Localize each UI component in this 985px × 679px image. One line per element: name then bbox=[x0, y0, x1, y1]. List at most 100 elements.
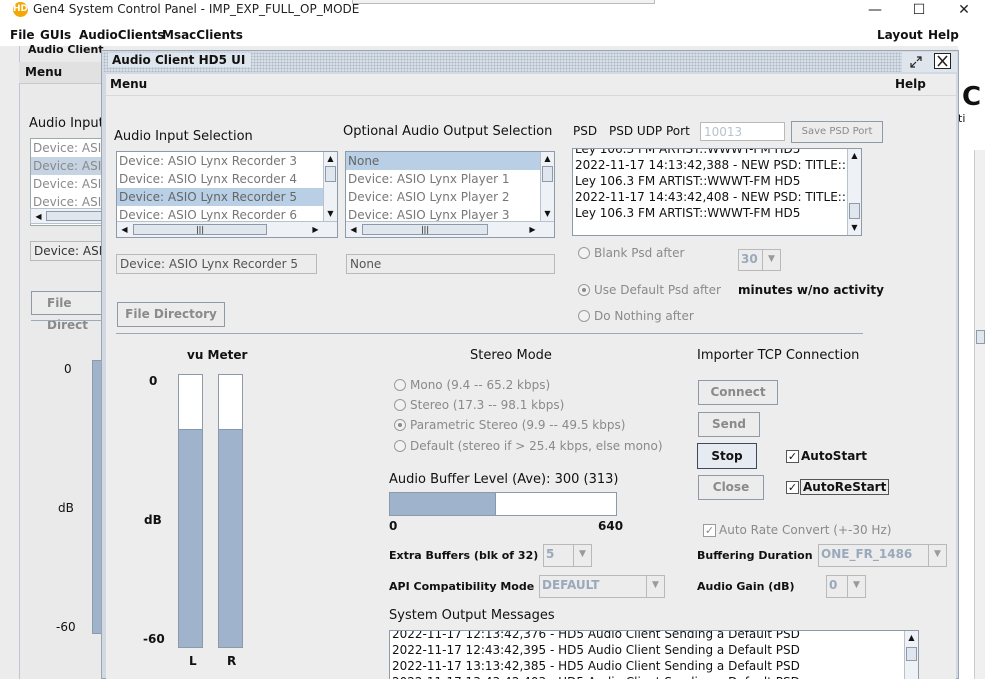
radio-blank-psd[interactable] bbox=[578, 247, 590, 259]
frame-menu[interactable]: Menu bbox=[110, 77, 147, 91]
vu-meter-bottom: -60 bbox=[143, 632, 165, 646]
menu-help[interactable]: Help bbox=[928, 28, 959, 42]
scroll-down-icon[interactable]: ▼ bbox=[848, 221, 861, 234]
maximize-icon[interactable]: ☐ bbox=[896, 0, 942, 22]
audio-gain-combo[interactable]: 0 ▼ bbox=[826, 575, 866, 598]
list-item[interactable]: None bbox=[346, 152, 540, 170]
psd-minutes-combo[interactable]: 30 ▼ bbox=[738, 249, 781, 271]
scroll-thumb[interactable] bbox=[325, 166, 336, 182]
file-directory-button[interactable]: File Directory bbox=[117, 302, 225, 327]
audio-output-vscrollbar[interactable]: ▲ ▼ bbox=[540, 152, 554, 221]
background-scrollbar[interactable] bbox=[974, 150, 985, 679]
psd-label: PSD bbox=[573, 124, 598, 138]
scroll-thumb[interactable]: ||| bbox=[362, 224, 488, 235]
background-menu-label[interactable]: Menu bbox=[25, 65, 62, 79]
chevron-down-icon[interactable]: ▼ bbox=[573, 545, 591, 566]
api-mode-combo[interactable]: DEFAULT ▼ bbox=[539, 575, 665, 598]
frame-close-icon[interactable] bbox=[934, 53, 951, 69]
chevron-down-icon[interactable]: ▼ bbox=[646, 576, 664, 597]
scroll-up-icon[interactable]: ▲ bbox=[324, 152, 337, 165]
list-item[interactable]: Device: ASIO Lynx Player 1 bbox=[346, 170, 540, 188]
radio-parametric-stereo[interactable] bbox=[394, 419, 406, 431]
scroll-down-icon[interactable]: ▼ bbox=[541, 207, 554, 220]
scroll-right-icon[interactable]: ▶ bbox=[526, 223, 539, 236]
system-output-log[interactable]: 2022-11-17 12:13:42,376 - HD5 Audio Clie… bbox=[389, 630, 919, 679]
scroll-right-icon[interactable]: ▶ bbox=[309, 223, 322, 236]
system-output-vscrollbar[interactable]: ▲ bbox=[904, 631, 918, 679]
extra-buffers-combo[interactable]: 5 ▼ bbox=[543, 544, 592, 567]
radio-stereo[interactable] bbox=[394, 399, 406, 411]
scroll-up-icon[interactable]: ▲ bbox=[541, 152, 554, 165]
scroll-thumb[interactable] bbox=[46, 211, 104, 221]
list-item[interactable]: Device: ASIO bbox=[31, 157, 103, 175]
scroll-down-icon[interactable]: ▼ bbox=[324, 207, 337, 220]
auto-rate-checkbox[interactable]: ✓ bbox=[703, 524, 716, 537]
close-button[interactable]: Close bbox=[698, 475, 764, 500]
radio-default-stereo[interactable] bbox=[394, 440, 406, 452]
connect-button[interactable]: Connect bbox=[698, 380, 778, 405]
scroll-left-icon[interactable]: ◀ bbox=[32, 210, 45, 223]
scroll-up-icon[interactable]: ▲ bbox=[848, 149, 861, 162]
autorestart-checkbox[interactable]: ✓ bbox=[786, 481, 799, 494]
autorestart-label: AutoReStart bbox=[800, 479, 890, 495]
log-line: 2022-11-17 13:13:42,385 - HD5 Audio Clie… bbox=[392, 659, 800, 673]
menu-file[interactable]: File bbox=[10, 28, 35, 42]
scroll-thumb[interactable]: ||| bbox=[133, 224, 267, 235]
buffering-duration-combo[interactable]: ONE_FR_1486 ▼ bbox=[818, 544, 947, 567]
audio-input-list[interactable]: Device: ASIO Lynx Recorder 3 Device: ASIO… bbox=[116, 151, 338, 238]
psd-udp-port-label: PSD UDP Port bbox=[609, 124, 690, 138]
background-meter-top: 0 bbox=[64, 362, 72, 376]
api-mode-label: API Compatibility Mode bbox=[389, 580, 535, 593]
scroll-thumb[interactable] bbox=[542, 166, 553, 182]
stop-button[interactable]: Stop bbox=[697, 443, 757, 469]
frame-menu-divider bbox=[106, 95, 956, 96]
list-item[interactable]: Device: ASIO Lynx Recorder 5 bbox=[117, 188, 323, 206]
close-window-icon[interactable]: ✕ bbox=[941, 0, 985, 22]
menu-msacclients[interactable]: MsacClients bbox=[162, 28, 243, 42]
stereo-option-label: Parametric Stereo (9.9 -- 49.5 kbps) bbox=[410, 418, 626, 432]
stereo-option-label: Mono (9.4 -- 65.2 kbps) bbox=[410, 378, 551, 392]
chevron-down-icon[interactable]: ▼ bbox=[847, 576, 865, 597]
audio-output-title: Optional Audio Output Selection bbox=[343, 124, 553, 139]
psd-udp-port-input[interactable]: 10013 bbox=[700, 122, 785, 141]
background-file-directory-button[interactable]: File Direct bbox=[31, 291, 105, 332]
menu-audioclients[interactable]: AudioClients bbox=[79, 28, 164, 42]
list-item[interactable]: Device: ASIO Lynx Recorder 3 bbox=[117, 152, 323, 170]
list-item[interactable]: Device: ASIO bbox=[31, 175, 103, 193]
use-default-psd-label: Use Default Psd after bbox=[594, 283, 721, 297]
radio-do-nothing[interactable] bbox=[578, 310, 590, 322]
scroll-thumb[interactable] bbox=[976, 330, 985, 344]
title-tab-strip bbox=[352, 0, 655, 4]
scroll-thumb[interactable] bbox=[849, 203, 860, 219]
vu-channel-label: R bbox=[227, 654, 237, 668]
chevron-down-icon[interactable]: ▼ bbox=[928, 545, 946, 566]
scroll-thumb[interactable] bbox=[906, 647, 917, 661]
list-item[interactable]: Device: ASIO bbox=[31, 139, 103, 157]
blank-psd-label: Blank Psd after bbox=[594, 246, 685, 260]
psd-log[interactable]: Ley 106.3 FM ARTIST::WWWT-FM HD5 2022-11-… bbox=[572, 148, 862, 236]
audio-input-vscrollbar[interactable]: ▲ ▼ bbox=[323, 152, 337, 221]
scroll-left-icon[interactable]: ◀ bbox=[347, 223, 360, 236]
psd-log-vscrollbar[interactable]: ▲ ▼ bbox=[847, 149, 861, 235]
autostart-checkbox[interactable]: ✓ bbox=[786, 450, 799, 463]
scroll-left-icon[interactable]: ◀ bbox=[118, 223, 131, 236]
api-mode-value: DEFAULT bbox=[542, 578, 600, 592]
background-hscrollbar[interactable]: ◀ bbox=[30, 208, 104, 224]
menu-guis[interactable]: GUIs bbox=[40, 28, 71, 42]
buffer-min-label: 0 bbox=[389, 519, 398, 533]
send-button[interactable]: Send bbox=[698, 412, 760, 437]
menu-layout[interactable]: Layout bbox=[877, 28, 923, 42]
chevron-down-icon[interactable]: ▼ bbox=[762, 250, 780, 270]
scroll-up-icon[interactable]: ▲ bbox=[905, 631, 918, 644]
list-item[interactable]: Device: ASIO Lynx Recorder 4 bbox=[117, 170, 323, 188]
save-psd-port-button[interactable]: Save PSD Port bbox=[791, 121, 883, 143]
restore-icon[interactable] bbox=[908, 54, 924, 70]
audio-input-hscrollbar[interactable]: ◀ ||| ▶ bbox=[117, 221, 337, 237]
list-item[interactable]: Device: ASIO Lynx Player 2 bbox=[346, 188, 540, 206]
audio-output-hscrollbar[interactable]: ◀ ||| ▶ bbox=[346, 221, 554, 237]
radio-mono[interactable] bbox=[394, 379, 406, 391]
audio-output-list[interactable]: None Device: ASIO Lynx Player 1 Device: AS… bbox=[345, 151, 555, 238]
minimize-icon[interactable]: — bbox=[852, 0, 898, 22]
radio-use-default-psd[interactable] bbox=[578, 284, 590, 296]
frame-help[interactable]: Help bbox=[895, 77, 926, 91]
